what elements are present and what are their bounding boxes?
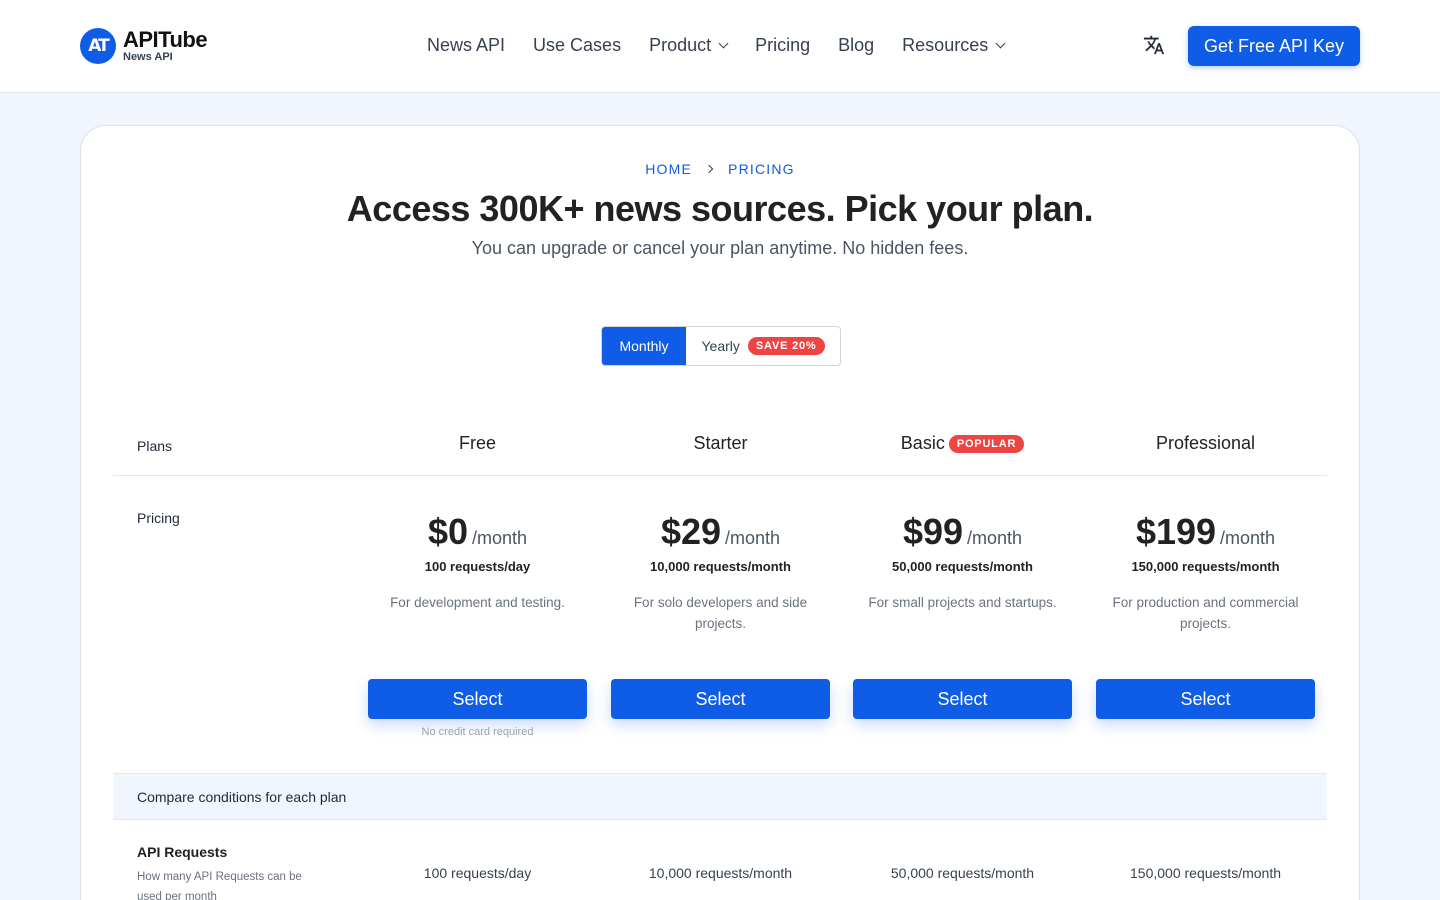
plan-description: For production and commercial projects. bbox=[1112, 595, 1299, 631]
plans-label: Plans bbox=[137, 438, 173, 454]
plan-requests: 100 requests/day bbox=[424, 559, 531, 574]
select-professional-button[interactable]: Select bbox=[1096, 679, 1315, 719]
site-header: AT APITube News API News API Use Cases P… bbox=[0, 0, 1440, 93]
logo[interactable]: AT APITube News API bbox=[80, 27, 208, 64]
plan-starter-pricing: $29/month 10,000 requests/month For solo… bbox=[611, 511, 830, 634]
nav-item-pricing[interactable]: Pricing bbox=[755, 35, 810, 56]
page-subtitle: You can upgrade or cancel your plan anyt… bbox=[471, 238, 969, 258]
logo-name: APITube bbox=[123, 27, 208, 52]
breadcrumb-home[interactable]: HOME bbox=[645, 161, 692, 177]
plan-name-starter: Starter bbox=[693, 433, 748, 453]
plan-price: $199 bbox=[1135, 511, 1217, 552]
plan-description: For development and testing. bbox=[390, 595, 565, 610]
feature-value-basic: 50,000 requests/month bbox=[890, 865, 1035, 881]
feature-value-free: 100 requests/day bbox=[423, 865, 532, 881]
chevron-down-icon bbox=[718, 38, 729, 48]
nav-item-news-api[interactable]: News API bbox=[427, 35, 505, 56]
plan-requests: 50,000 requests/month bbox=[892, 559, 1033, 574]
nav-item-use-cases[interactable]: Use Cases bbox=[533, 35, 621, 56]
get-api-key-button[interactable]: Get Free API Key bbox=[1188, 26, 1360, 66]
nav-item-resources[interactable]: Resources bbox=[902, 35, 1006, 56]
select-starter-button[interactable]: Select bbox=[611, 679, 830, 719]
plan-price: $99 bbox=[902, 511, 964, 552]
toggle-yearly[interactable]: Yearly SAVE 20% bbox=[686, 327, 840, 365]
no-credit-card-note: No credit card required bbox=[421, 726, 534, 738]
billing-toggle: Monthly Yearly SAVE 20% bbox=[601, 326, 841, 366]
breadcrumb-current: PRICING bbox=[728, 161, 795, 177]
feature-value-professional: 150,000 requests/month bbox=[1130, 865, 1281, 881]
plan-requests: 150,000 requests/month bbox=[1131, 559, 1280, 574]
plan-price: $0 bbox=[427, 511, 468, 552]
breadcrumb: HOME PRICING bbox=[81, 161, 1359, 177]
plan-name-free: Free bbox=[458, 433, 496, 453]
plan-price: $29 bbox=[660, 511, 722, 552]
plan-name-professional: Professional bbox=[1155, 433, 1256, 453]
nav-item-product[interactable]: Product bbox=[649, 35, 729, 56]
feature-description: How many API Requests can be used per mo… bbox=[137, 871, 302, 900]
main-nav: News API Use Cases Product Pricing Blog … bbox=[427, 33, 1032, 57]
select-free-button[interactable]: Select bbox=[368, 679, 587, 719]
plan-description: For solo developers and side projects. bbox=[633, 595, 808, 631]
plan-basic-pricing: $99/month 50,000 requests/month For smal… bbox=[853, 511, 1072, 613]
plan-name-basic: Basic POPULAR bbox=[853, 433, 1072, 454]
translate-icon[interactable] bbox=[1143, 34, 1165, 56]
compare-label: Compare conditions for each plan bbox=[137, 789, 347, 805]
feature-title: API Requests bbox=[137, 844, 228, 860]
page-title: Access 300K+ news sources. Pick your pla… bbox=[346, 188, 1094, 229]
pricing-card: HOME PRICING Access 300K+ news sources. … bbox=[80, 125, 1360, 900]
plan-description: For small projects and startups. bbox=[868, 595, 1057, 610]
logo-icon: AT bbox=[80, 28, 116, 64]
chevron-right-icon bbox=[704, 164, 714, 174]
chevron-down-icon bbox=[995, 38, 1006, 48]
popular-badge: POPULAR bbox=[948, 434, 1025, 453]
pricing-label: Pricing bbox=[137, 510, 180, 526]
select-basic-button[interactable]: Select bbox=[853, 679, 1072, 719]
logo-subtitle: News API bbox=[123, 51, 173, 63]
feature-value-starter: 10,000 requests/month bbox=[648, 865, 793, 881]
plan-free-pricing: $0/month 100 requests/day For developmen… bbox=[368, 511, 587, 613]
compare-section-header: Compare conditions for each plan bbox=[113, 773, 1327, 820]
save-badge: SAVE 20% bbox=[747, 337, 825, 355]
toggle-yearly-label: Yearly bbox=[701, 338, 740, 354]
plan-requests: 10,000 requests/month bbox=[650, 559, 791, 574]
plan-professional-pricing: $199/month 150,000 requests/month For pr… bbox=[1096, 511, 1315, 634]
toggle-monthly[interactable]: Monthly bbox=[602, 327, 686, 365]
nav-item-blog[interactable]: Blog bbox=[838, 35, 874, 56]
